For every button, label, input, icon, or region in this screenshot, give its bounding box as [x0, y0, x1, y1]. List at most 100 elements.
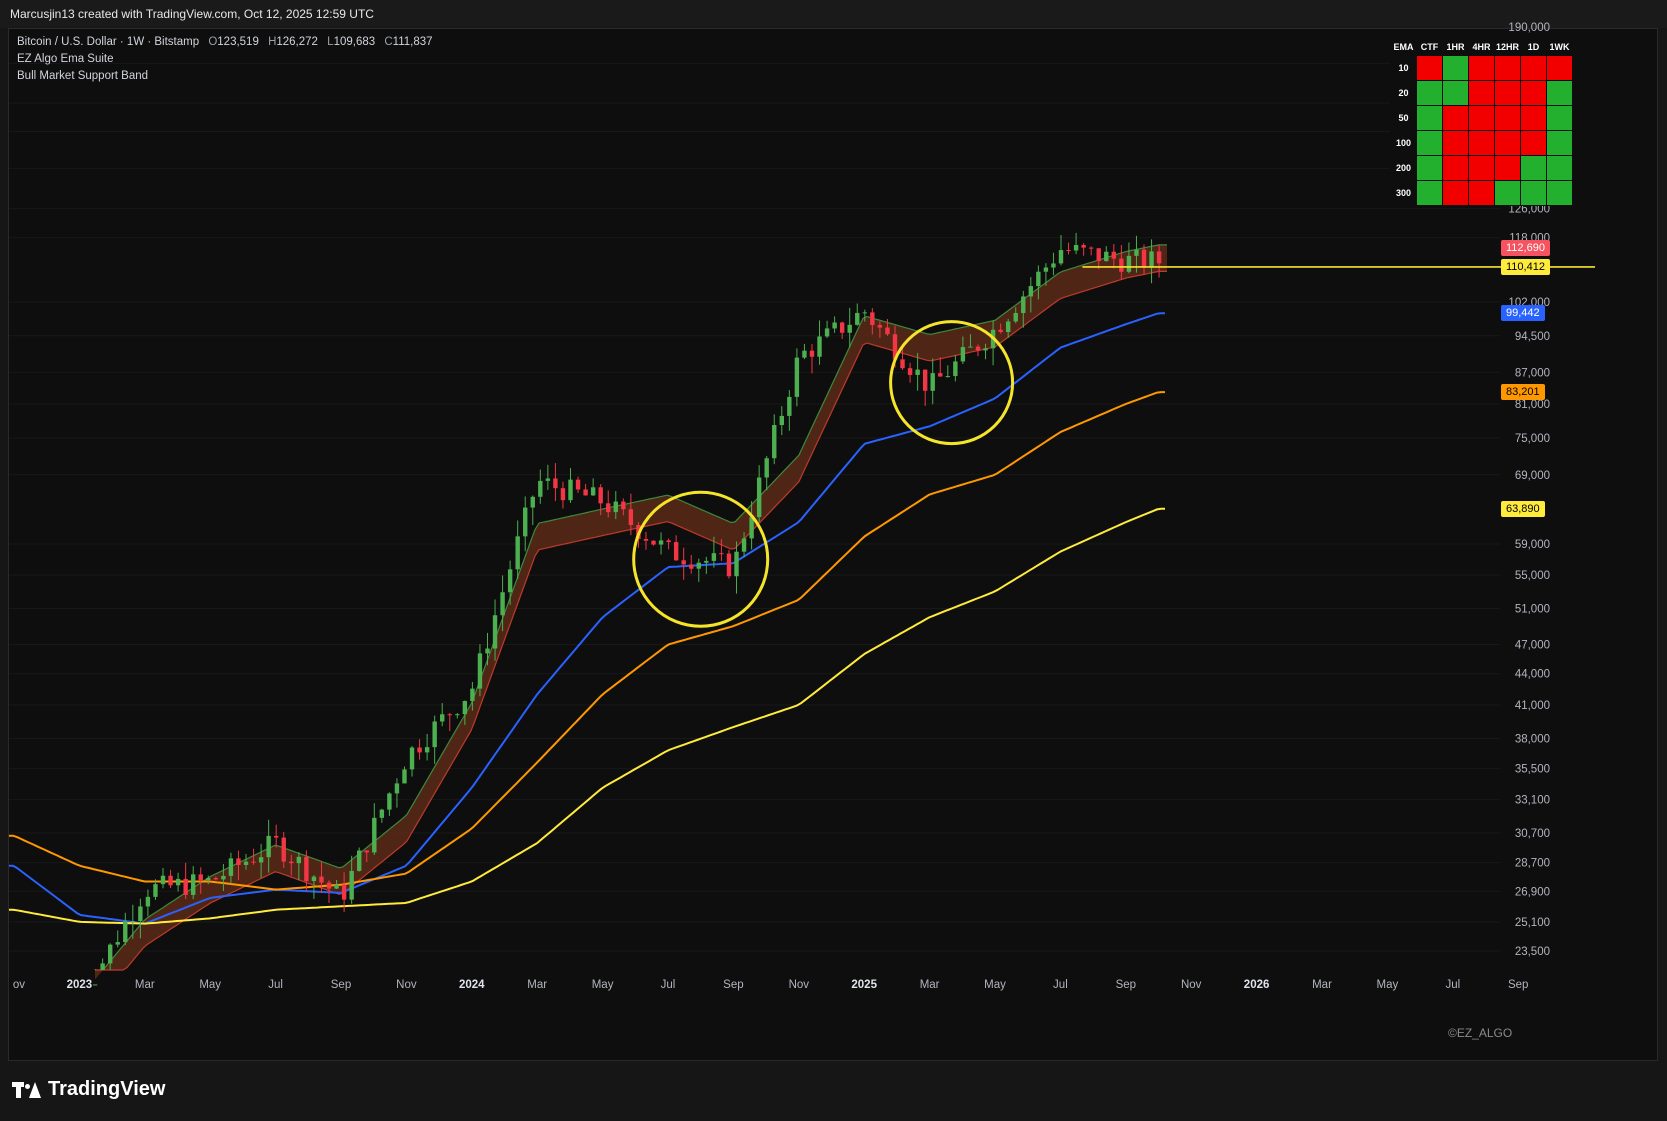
ema-status-bullish	[1520, 180, 1547, 206]
candle-body	[424, 747, 430, 753]
high-value: 126,272	[276, 36, 318, 48]
candle-body	[621, 501, 626, 510]
indicator-ema-suite[interactable]: EZ Algo Ema Suite	[17, 51, 433, 68]
price-axis-label: 81,000	[1515, 399, 1550, 411]
candle-body	[462, 700, 468, 715]
ema-table-row-label: 200	[1390, 155, 1417, 181]
candle-body	[998, 329, 1003, 333]
symbol-ohlc-row[interactable]: Bitcoin / U.S. Dollar · 1W · Bitstamp O1…	[17, 34, 433, 51]
candle-body	[606, 503, 611, 513]
candle-body	[515, 536, 520, 570]
time-axis-label: Mar	[1312, 979, 1332, 991]
candle-body	[432, 721, 437, 748]
candle-body	[749, 517, 754, 539]
candle-body	[341, 884, 347, 900]
candle-body	[213, 878, 219, 880]
ema-status-bearish	[1442, 105, 1469, 131]
ema-status-bullish	[1546, 155, 1573, 181]
price-axis-label: 87,000	[1515, 367, 1550, 379]
chart-legend: Bitcoin / U.S. Dollar · 1W · Bitstamp O1…	[17, 34, 433, 85]
ema-status-bearish	[1494, 55, 1521, 81]
ema-status-bearish	[1468, 155, 1495, 181]
ema-table-header-cell: 1HR	[1442, 38, 1469, 56]
close-value: 111,837	[392, 36, 433, 48]
candle-body	[1036, 271, 1041, 287]
candle-body	[1073, 245, 1079, 251]
ema-200-line	[9, 507, 1165, 925]
candle-body	[915, 369, 920, 375]
price-axis-label: 26,900	[1515, 886, 1550, 898]
candle-body	[922, 369, 928, 391]
candle-body	[696, 562, 701, 569]
price-axis-label: 69,000	[1515, 470, 1550, 482]
ema-status-bearish	[1468, 55, 1495, 81]
time-axis-label: May	[984, 979, 1006, 991]
candle-body	[507, 569, 513, 593]
time-axis-label: May	[1377, 979, 1399, 991]
ema-status-bullish	[1546, 80, 1573, 106]
watermark: ©EZ_ALGO	[1448, 1026, 1513, 1040]
time-axis-label: Mar	[135, 979, 155, 991]
candle-body	[590, 487, 596, 496]
candle-body	[1058, 250, 1064, 264]
candle-body	[553, 478, 558, 489]
candle-body	[492, 615, 498, 649]
candle-body	[1156, 251, 1162, 264]
candle-body	[1149, 251, 1154, 268]
price-axis-label: 25,100	[1515, 917, 1550, 929]
candle-body	[832, 322, 837, 329]
candle-body	[440, 714, 445, 722]
candle-body	[930, 373, 935, 391]
ema-table-header-cell: EMA	[1390, 38, 1417, 56]
candle-body	[847, 324, 852, 333]
time-axis-label: Sep	[331, 979, 351, 991]
candle-body	[953, 361, 958, 377]
candle-body	[779, 415, 784, 426]
price-axis-label: 75,000	[1515, 433, 1550, 445]
candle-body	[115, 942, 120, 945]
candle-body	[145, 896, 151, 907]
tradingview-logo[interactable]: TradingView	[12, 1078, 165, 1101]
candle-body	[394, 783, 400, 794]
ema-status-bearish	[1494, 155, 1521, 181]
candle-body	[372, 817, 377, 853]
price-tag: 110,412	[1501, 258, 1550, 275]
candle-body	[402, 769, 407, 784]
price-axis-label: 30,700	[1515, 828, 1550, 840]
candle-body	[387, 793, 392, 810]
candle-body	[409, 747, 415, 770]
ema-status-bullish	[1546, 105, 1573, 131]
candle-body	[817, 336, 822, 357]
ema-status-bearish	[1494, 130, 1521, 156]
candle-body	[681, 560, 686, 565]
ema-status-bullish	[1416, 130, 1443, 156]
candle-body	[862, 312, 867, 314]
candle-body	[741, 538, 747, 552]
candle-body	[1119, 258, 1124, 272]
candle-body	[1043, 267, 1049, 272]
open-value: 123,519	[217, 36, 259, 48]
time-axis-label: Nov	[1181, 979, 1202, 991]
candle-body	[326, 882, 332, 889]
candle-body	[756, 477, 762, 518]
candle-body	[538, 480, 543, 497]
candle-body	[175, 878, 181, 886]
symbol-label[interactable]: Bitcoin / U.S. Dollar · 1W · Bitstamp	[17, 36, 199, 48]
ema-status-bearish	[1494, 80, 1521, 106]
ema-table-row: 50	[1390, 105, 1573, 131]
candle-body	[598, 487, 603, 504]
candle-body	[975, 346, 981, 351]
candle-body	[711, 553, 717, 561]
candle-body	[296, 856, 302, 864]
candle-body	[138, 906, 143, 922]
ema-status-bearish	[1442, 130, 1469, 156]
price-axis-label: 47,000	[1515, 640, 1550, 652]
time-axis-label: Mar	[920, 979, 940, 991]
candle-body	[281, 837, 286, 862]
indicator-support-band[interactable]: Bull Market Support Band	[17, 68, 433, 85]
price-axis-label: 35,500	[1515, 764, 1550, 776]
ema-status-table: EMA CTF 1HR 4HR 12HR 1D 1WK 10 20 50 100 200 300	[1390, 38, 1573, 206]
candle-body	[870, 312, 875, 326]
candle-body	[357, 850, 362, 871]
ema-table-header-cell: 1D	[1520, 38, 1547, 56]
